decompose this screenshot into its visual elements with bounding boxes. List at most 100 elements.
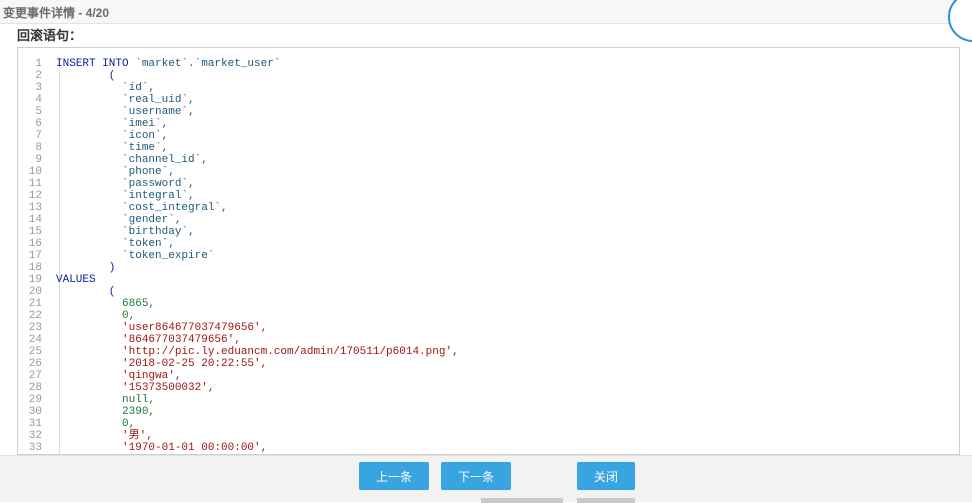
- code-line: 'user864677037479656',: [56, 322, 459, 334]
- line-number: 29: [28, 394, 42, 406]
- dialog-footer: 上一条 下一条 关闭: [0, 455, 972, 503]
- rollback-statement-label: 回滚语句：: [17, 28, 83, 43]
- line-number: 27: [28, 370, 42, 382]
- code-line: `real_uid`,: [56, 94, 459, 106]
- code-line: 6865,: [56, 298, 459, 310]
- code-token: `imei`,: [56, 118, 169, 130]
- line-number: 17: [28, 250, 42, 262]
- code-token: `token_expire`: [56, 250, 215, 262]
- line-number: 6: [35, 118, 42, 130]
- line-number: 31: [28, 418, 42, 430]
- code-token: 2390,: [56, 406, 156, 418]
- code-line: `imei`,: [56, 118, 459, 130]
- line-number: 14: [28, 214, 42, 226]
- code-line: ): [56, 262, 459, 274]
- line-number: 9: [35, 154, 42, 166]
- code-line: 2390,: [56, 406, 459, 418]
- line-number: 1: [35, 58, 42, 70]
- code-token: `real_uid`,: [56, 94, 195, 106]
- background-button-ghost: [577, 498, 635, 503]
- code-line: '1970-01-01 00:00:00',: [56, 442, 459, 454]
- background-button-ghost: [481, 498, 563, 503]
- code-line: 0,: [56, 418, 459, 430]
- line-number: 26: [28, 358, 42, 370]
- code-token: '1970-01-01 00:00:00',: [56, 442, 268, 454]
- sql-code: INSERT INTO `market`.`market_user` ( `id…: [56, 58, 459, 454]
- code-token: 'http://pic.ly.eduancm.com/admin/170511/…: [56, 346, 459, 358]
- code-token: 6865,: [56, 298, 156, 310]
- line-number: 22: [28, 310, 42, 322]
- line-number: 19: [28, 274, 42, 286]
- line-number: 33: [28, 442, 42, 454]
- line-number: 8: [35, 142, 42, 154]
- line-numbers: 1 2 3 4 5 6 7 8 9 10 11 12 13 14 15 16 17 18 19 20 21 22 23 24 2…: [24, 58, 42, 454]
- code-token: `integral`,: [56, 190, 195, 202]
- code-line: `phone`,: [56, 166, 459, 178]
- code-line: `cost_integral`,: [56, 202, 459, 214]
- line-number: 3: [35, 82, 42, 94]
- code-token: '男',: [56, 430, 153, 442]
- code-token: 0,: [56, 418, 136, 430]
- code-line: 'qingwa',: [56, 370, 459, 382]
- code-viewer[interactable]: 1 2 3 4 5 6 7 8 9 10 11 12 13 14 15 16 17 18 19 20 21 22 23 24 2…: [17, 47, 960, 455]
- code-token: `market`.`market_user`: [135, 58, 281, 70]
- code-token: `channel_id`,: [56, 154, 208, 166]
- line-number: 5: [35, 106, 42, 118]
- code-token: '15373500032',: [56, 382, 215, 394]
- code-line: 0,: [56, 310, 459, 322]
- code-line: 'http://pic.ly.eduancm.com/admin/170511/…: [56, 346, 459, 358]
- line-number: 2: [35, 70, 42, 82]
- code-token: ): [56, 262, 116, 274]
- line-number: 23: [28, 322, 42, 334]
- code-line: `token`,: [56, 238, 459, 250]
- code-token: 'user864677037479656',: [56, 322, 268, 334]
- line-number: 10: [28, 166, 42, 178]
- line-number: 7: [35, 130, 42, 142]
- code-line: (: [56, 286, 459, 298]
- code-token: 'qingwa',: [56, 370, 182, 382]
- line-number: 16: [28, 238, 42, 250]
- code-token: `time`,: [56, 142, 169, 154]
- line-number: 25: [28, 346, 42, 358]
- code-token: `icon`,: [56, 130, 169, 142]
- code-token: INSERT INTO: [56, 58, 136, 70]
- code-line: '男',: [56, 430, 459, 442]
- dialog-close-circle-icon[interactable]: [948, 0, 972, 42]
- code-token: `phone`,: [56, 166, 175, 178]
- code-token: '2018-02-25 20:22:55',: [56, 358, 268, 370]
- code-token: `cost_integral`,: [56, 202, 228, 214]
- line-number: 18: [28, 262, 42, 274]
- code-line: `channel_id`,: [56, 154, 459, 166]
- dialog-titlebar: 变更事件详情 - 4/20: [0, 0, 972, 24]
- line-number: 12: [28, 190, 42, 202]
- line-number: 21: [28, 298, 42, 310]
- code-token: `birthday`,: [56, 226, 195, 238]
- code-token: `username`,: [56, 106, 195, 118]
- code-line: `gender`,: [56, 214, 459, 226]
- close-button[interactable]: 关闭: [577, 462, 635, 490]
- code-token: '864677037479656',: [56, 334, 241, 346]
- code-line: `integral`,: [56, 190, 459, 202]
- code-token: (: [56, 286, 116, 298]
- line-number: 11: [28, 178, 42, 190]
- code-token: `token`,: [56, 238, 175, 250]
- code-token: `id`,: [56, 82, 156, 94]
- line-number: 15: [28, 226, 42, 238]
- code-line: `password`,: [56, 178, 459, 190]
- code-token: (: [56, 70, 116, 82]
- previous-button[interactable]: 上一条: [359, 462, 429, 490]
- dialog-title: 变更事件详情 - 4/20: [3, 6, 110, 20]
- next-button[interactable]: 下一条: [441, 462, 511, 490]
- code-line: null,: [56, 394, 459, 406]
- code-line: `username`,: [56, 106, 459, 118]
- code-line: '2018-02-25 20:22:55',: [56, 358, 459, 370]
- code-line: (: [56, 70, 459, 82]
- line-number: 28: [28, 382, 42, 394]
- code-token: 0,: [56, 310, 136, 322]
- code-token: null,: [56, 394, 156, 406]
- line-number: 4: [35, 94, 42, 106]
- line-number: 20: [28, 286, 42, 298]
- line-number: 30: [28, 406, 42, 418]
- line-number: 24: [28, 334, 42, 346]
- code-line: `id`,: [56, 82, 459, 94]
